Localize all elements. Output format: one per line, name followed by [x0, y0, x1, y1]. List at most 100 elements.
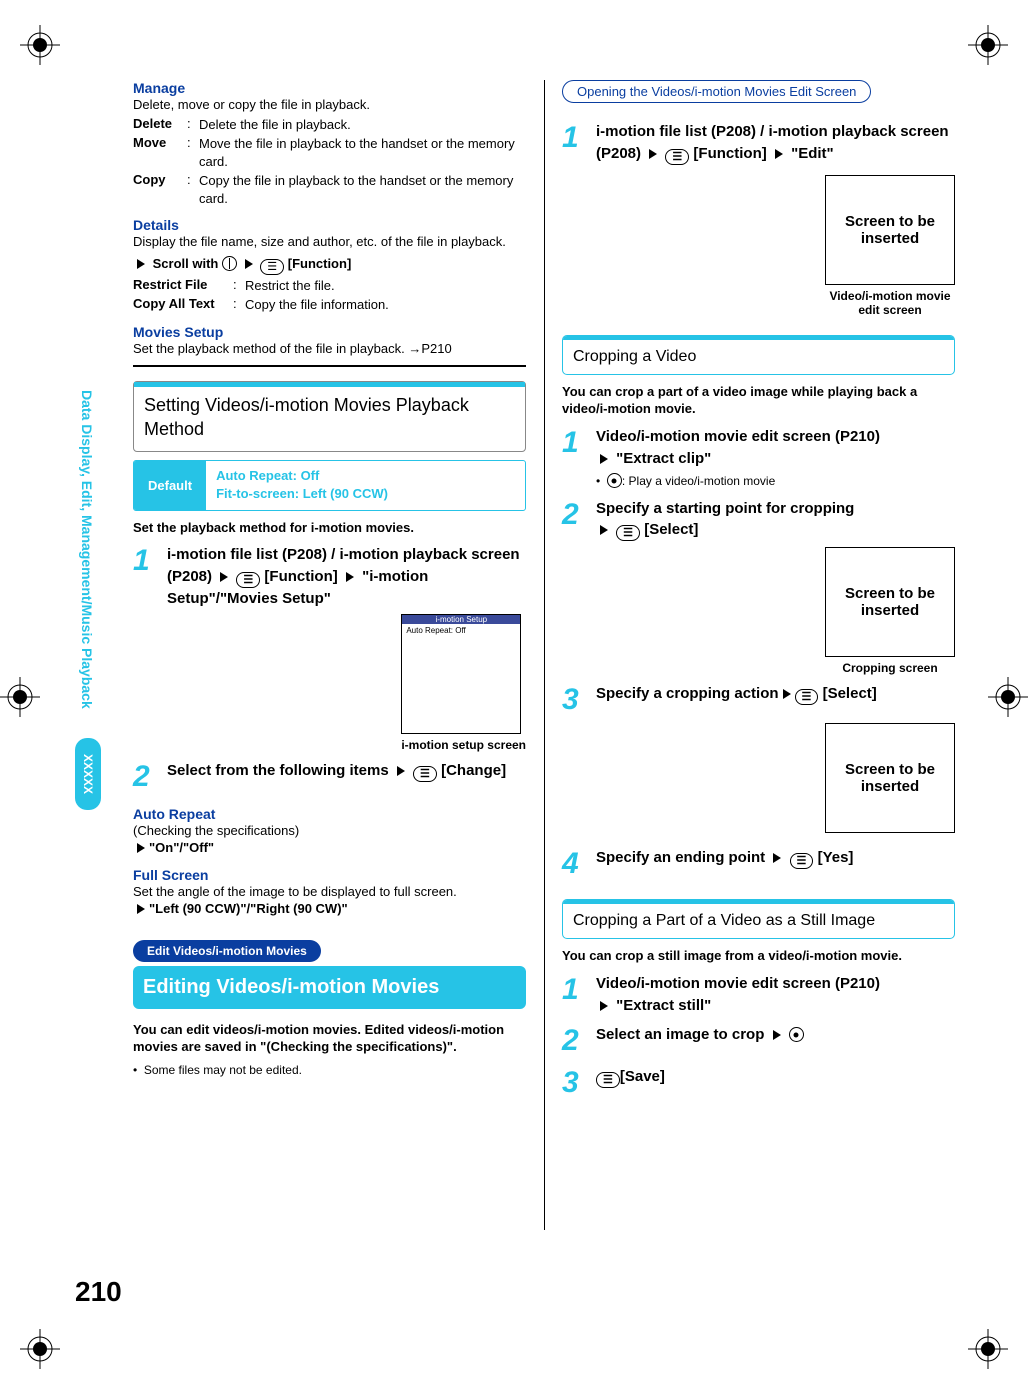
step-number: 1	[133, 544, 161, 578]
step-number: 4	[562, 847, 590, 881]
softkey-icon: ☰	[616, 525, 640, 541]
triangle-icon	[775, 149, 783, 159]
triangle-icon	[397, 766, 405, 776]
manage-desc: Delete, move or copy the file in playbac…	[133, 96, 526, 114]
screenshot-placeholder: Screen to be inserted	[825, 175, 955, 285]
topic-header: Edit Videos/i-motion Movies	[133, 940, 321, 962]
manage-title: Manage	[133, 80, 526, 96]
caption: Video/i-motion movie edit screen	[825, 289, 955, 317]
crop-video-bullet: • : Play a video/i-motion movie	[596, 473, 955, 489]
caption: Cropping screen	[825, 661, 955, 675]
def-text: Delete the file in playback.	[199, 116, 526, 134]
step-3: 3 Specify a cropping action☰ [Select]	[562, 683, 955, 717]
step-1: 1 i-motion file list (P208) / i-motion p…	[562, 121, 955, 165]
full-screen-opt: "Left (90 CCW)"/"Right (90 CW)"	[133, 900, 526, 918]
def-text: Move the file in playback to the handset…	[199, 135, 526, 170]
playback-method-title: Setting Videos/i-motion Movies Playback …	[144, 394, 515, 441]
step-2: 2 Specify a starting point for cropping …	[562, 498, 955, 542]
edit-note: • Some files may not be edited.	[133, 1062, 526, 1078]
triangle-icon	[600, 525, 608, 535]
left-column: Manage Delete, move or copy the file in …	[133, 80, 526, 1320]
def-term: Copy	[133, 172, 187, 207]
sidebar: Data Display, Edit, Management/Music Pla…	[75, 390, 101, 820]
step-4: 4 Specify an ending point ☰ [Yes]	[562, 847, 955, 881]
step-2: 2 Select an image to crop	[562, 1024, 955, 1058]
triangle-icon	[245, 259, 253, 269]
softkey-icon: ☰	[596, 1072, 620, 1088]
step-number: 2	[562, 1024, 590, 1058]
triangle-icon	[773, 1030, 781, 1040]
triangle-icon	[346, 572, 354, 582]
details-scroll: Scroll with ☰ [Function]	[133, 255, 526, 275]
full-screen-title: Full Screen	[133, 867, 526, 883]
step-number: 1	[562, 426, 590, 460]
step-number: 3	[562, 683, 590, 717]
page-number: 210	[75, 1276, 122, 1308]
triangle-icon	[600, 1001, 608, 1011]
auto-repeat-sub: (Checking the specifications)	[133, 822, 526, 840]
registration-mark	[968, 25, 1008, 65]
full-screen-sub: Set the angle of the image to be display…	[133, 883, 526, 901]
triangle-icon	[600, 454, 608, 464]
triangle-icon	[220, 572, 228, 582]
step-number: 3	[562, 1066, 590, 1100]
caption: i-motion setup screen	[401, 738, 526, 752]
step-1: 1 Video/i-motion movie edit screen (P210…	[562, 426, 955, 470]
column-divider	[544, 80, 545, 1230]
auto-repeat-title: Auto Repeat	[133, 806, 526, 822]
step-number: 1	[562, 973, 590, 1007]
page-body: Data Display, Edit, Management/Music Pla…	[75, 80, 955, 1320]
dpad-icon	[222, 256, 237, 271]
registration-mark	[20, 1329, 60, 1369]
edit-desc: You can edit videos/i-motion movies. Edi…	[133, 1021, 526, 1056]
center-key-icon	[607, 473, 622, 488]
movies-setup-desc: Set the playback method of the file in p…	[133, 340, 526, 358]
movies-setup-title: Movies Setup	[133, 324, 526, 340]
default-row: Default Auto Repeat: Off Fit-to-screen: …	[133, 460, 526, 510]
softkey-icon: ☰	[260, 259, 284, 275]
topic-title: Editing Videos/i-motion Movies	[133, 966, 526, 1009]
softkey-icon: ☰	[795, 689, 819, 705]
softkey-icon: ☰	[665, 149, 689, 165]
registration-mark	[20, 25, 60, 65]
step-2: 2 Select from the following items ☰ [Cha…	[133, 760, 526, 794]
section-header: Cropping a Video	[562, 335, 955, 375]
sidebar-label: Data Display, Edit, Management/Music Pla…	[79, 390, 95, 709]
step-number: 1	[562, 121, 590, 155]
def-term: Move	[133, 135, 187, 170]
default-value: Fit-to-screen: Left (90 CCW)	[216, 485, 388, 503]
def-term: Copy All Text	[133, 296, 233, 314]
details-title: Details	[133, 217, 526, 233]
step-number: 2	[562, 498, 590, 532]
def-text: Restrict the file.	[245, 277, 526, 295]
screenshot-placeholder: i-motion Setup Auto Repeat: Off	[401, 614, 521, 734]
details-desc: Display the file name, size and author, …	[133, 233, 526, 251]
def-term: Delete	[133, 116, 187, 134]
crop-still-desc: You can crop a still image from a video/…	[562, 947, 955, 965]
screenshot-placeholder: Screen to be inserted	[825, 723, 955, 833]
registration-mark	[0, 677, 40, 717]
triangle-icon	[783, 689, 791, 699]
screenshot-placeholder: Screen to be inserted	[825, 547, 955, 657]
triangle-icon	[773, 853, 781, 863]
default-value: Auto Repeat: Off	[216, 467, 388, 485]
def-text: Copy the file information.	[245, 296, 526, 314]
auto-repeat-opt: "On"/"Off"	[133, 839, 526, 857]
softkey-icon: ☰	[236, 572, 260, 588]
def-text: Copy the file in playback to the handset…	[199, 172, 526, 207]
sidebar-tag: XXXXX	[75, 738, 101, 810]
softkey-icon: ☰	[790, 853, 814, 869]
registration-mark	[968, 1329, 1008, 1369]
step-3: 3 ☰[Save]	[562, 1066, 955, 1100]
step-1: 1 Video/i-motion movie edit screen (P210…	[562, 973, 955, 1017]
triangle-icon	[137, 259, 145, 269]
center-key-icon	[789, 1027, 804, 1042]
registration-mark	[988, 677, 1028, 717]
softkey-icon: ☰	[413, 766, 437, 782]
right-column: Opening the Videos/i-motion Movies Edit …	[562, 80, 955, 1320]
section-header: Cropping a Part of a Video as a Still Im…	[562, 899, 955, 939]
step-1: 1 i-motion file list (P208) / i-motion p…	[133, 544, 526, 610]
triangle-icon	[649, 149, 657, 159]
step-number: 2	[133, 760, 161, 794]
default-label: Default	[134, 461, 206, 509]
